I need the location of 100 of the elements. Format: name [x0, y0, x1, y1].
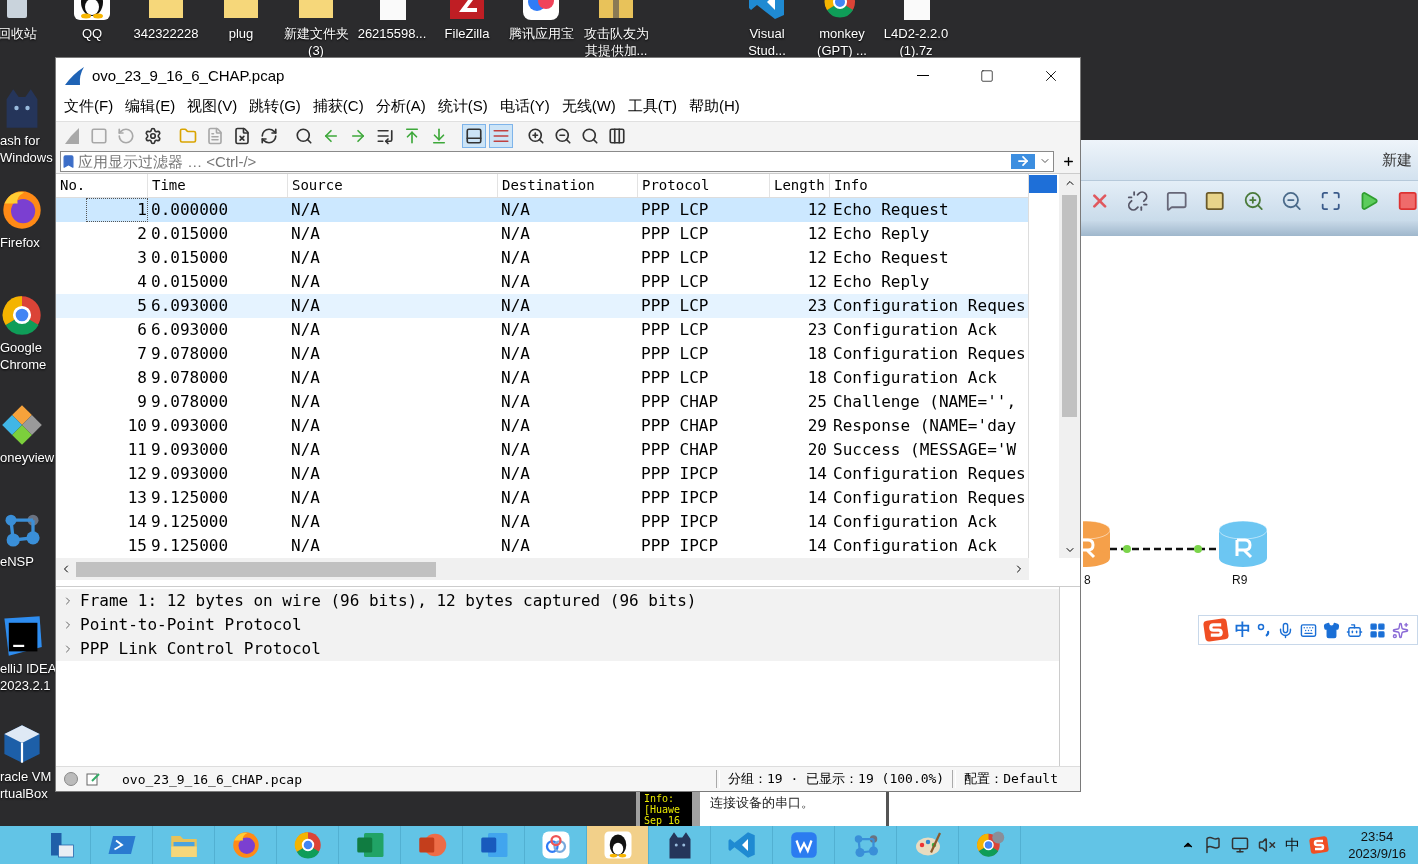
table-cell-text: 5 [136, 295, 148, 318]
table-cell-text: N/A [500, 511, 531, 534]
table-cell-text: 9.125000 [150, 487, 230, 510]
table-cell-text: 12 [806, 223, 828, 246]
detail-row[interactable]: Point-to-Point Protocol [56, 613, 1059, 637]
menu-item[interactable]: 编辑(E) [119, 97, 182, 117]
table-cell-text: N/A [290, 343, 321, 366]
table-cell-text: 4 [136, 271, 148, 294]
column-header[interactable]: No. [56, 174, 148, 198]
column-header[interactable]: Protocol [638, 174, 770, 198]
table-cell-text: Configuration Ack [832, 511, 998, 534]
table-cell-text: N/A [500, 535, 531, 558]
table-cell-text: PPP LCP [640, 319, 710, 342]
detail-text: PPP Link Control Protocol [80, 639, 321, 659]
table-cell-text: 9.093000 [150, 415, 230, 438]
table-cell-text: PPP CHAP [640, 439, 720, 462]
filter-input[interactable]: 应用显示过滤器 … <Ctrl-/> [78, 152, 1009, 170]
table-cell-text: Challenge (NAME='', [832, 391, 1018, 414]
menu-item[interactable]: 统计(S) [431, 97, 494, 117]
column-header[interactable]: Destination [498, 174, 638, 198]
table-cell-text: 0.015000 [150, 223, 230, 246]
table-cell-text: 20 [806, 439, 828, 462]
menu-item[interactable]: 电话(Y) [493, 97, 556, 117]
table-cell-text: 14 [806, 535, 828, 558]
icon-label: monkey (GPT) ... [817, 25, 867, 59]
window-title: ovo_23_9_16_6_CHAP.pcap [92, 67, 286, 84]
input-mode[interactable]: 中 [1285, 835, 1301, 855]
packet-row[interactable]: 5 6.093000 N/A N/A PPP LCP 23 Configuration Reques [56, 294, 1029, 319]
table-cell-text: 25 [806, 391, 828, 414]
table-cell-text: 12 [806, 199, 828, 222]
icon-label: L4D2-2.2.0 (1).7z [883, 25, 949, 59]
table-cell-text: N/A [290, 439, 321, 462]
menu-item[interactable]: 分析(A) [369, 97, 432, 117]
status-text: ovo_23_9_16_6_CHAP.pcap [122, 771, 303, 787]
filter-field[interactable]: 应用显示过滤器 … <Ctrl-/> [60, 150, 1054, 172]
table-cell-text: N/A [500, 463, 531, 486]
table-cell-text: N/A [500, 247, 531, 270]
menu-item[interactable]: 视图(V) [181, 97, 244, 117]
table-cell-text: PPP LCP [640, 271, 710, 294]
table-cell-text: N/A [290, 415, 321, 438]
icon-label: FileZilla [444, 25, 490, 42]
icon-label: 26215598... [357, 25, 427, 42]
packet-row[interactable]: 1 0.000000 N/A N/A PPP LCP 12 Echo Request [56, 198, 1029, 223]
node-label: R9 [1232, 573, 1248, 587]
menu-item[interactable]: 跳转(G) [243, 97, 307, 117]
menu-item[interactable]: 帮助(H) [682, 97, 746, 117]
table-cell-text: Echo Request [832, 247, 950, 270]
column-header[interactable]: Time [148, 174, 288, 198]
table-cell-text: 10 [126, 415, 148, 438]
table-cell-text: 0.015000 [150, 247, 230, 270]
table-cell-text: 14 [126, 511, 148, 534]
table-cell-text: PPP LCP [640, 295, 710, 318]
icon-label: ash for Windows [0, 132, 53, 166]
window-title: 新建 [1382, 150, 1412, 170]
clock[interactable]: 23:54 2023/9/16 [1348, 828, 1406, 862]
table-cell-text: 15 [126, 535, 148, 558]
table-cell-text: 18 [806, 343, 828, 366]
table-cell-text: Configuration Ack [832, 367, 998, 390]
detail-text: Frame 1: 12 bytes on wire (96 bits), 12 bytes captured (96 bits) [80, 591, 697, 611]
table-cell-text: N/A [500, 199, 531, 222]
table-cell-text: N/A [290, 295, 321, 318]
table-cell-text: 18 [806, 367, 828, 390]
status-text[interactable]: 配置：Default [964, 770, 1058, 789]
table-cell-text: PPP CHAP [640, 415, 720, 438]
icon-label: 腾讯应用宝 [508, 25, 574, 42]
table-cell-text: 9.093000 [150, 439, 230, 462]
menu-item[interactable]: 捕获(C) [306, 97, 370, 117]
icon-label: racle VM rtualBox [0, 768, 52, 802]
menu-item[interactable]: 无线(W) [555, 97, 622, 117]
table-cell-text: 6 [136, 319, 148, 342]
table-cell-text: PPP IPCP [640, 463, 720, 486]
table-cell-text: N/A [290, 391, 321, 414]
detail-row[interactable]: Frame 1: 12 bytes on wire (96 bits), 12 bytes captured (96 bits) [56, 589, 1059, 613]
table-cell-text: N/A [500, 223, 531, 246]
table-cell-text: N/A [500, 367, 531, 390]
table-cell-text: N/A [290, 367, 321, 390]
table-cell-text: PPP LCP [640, 343, 710, 366]
table-cell-text: 9.125000 [150, 511, 230, 534]
menu-item[interactable]: 工具(T) [621, 97, 683, 117]
column-header[interactable]: Length [770, 174, 830, 198]
table-cell-text: 23 [806, 295, 828, 318]
icon-label: oneyview [0, 449, 55, 466]
table-cell-text: PPP LCP [640, 223, 710, 246]
table-cell-text: PPP IPCP [640, 487, 720, 510]
table-cell-text: 11 [126, 439, 148, 462]
table-cell-text: PPP IPCP [640, 535, 720, 558]
table-cell-text: 9.078000 [150, 391, 230, 414]
icon-label: Google Chrome [0, 339, 47, 373]
icon-label: 342322228 [133, 25, 199, 42]
table-cell-text: N/A [290, 271, 321, 294]
detail-row[interactable]: PPP Link Control Protocol [56, 637, 1059, 661]
icon-label: eNSP [0, 553, 34, 570]
table-cell-text: N/A [500, 391, 531, 414]
column-header[interactable]: Source [288, 174, 498, 198]
table-cell-text: PPP LCP [640, 247, 710, 270]
menu-item[interactable]: 文件(F) [58, 97, 120, 117]
table-cell-text: 13 [126, 487, 148, 510]
table-cell-text: N/A [500, 271, 531, 294]
table-cell-text: Echo Reply [832, 223, 931, 246]
input-mode[interactable]: 中 [1235, 619, 1251, 641]
